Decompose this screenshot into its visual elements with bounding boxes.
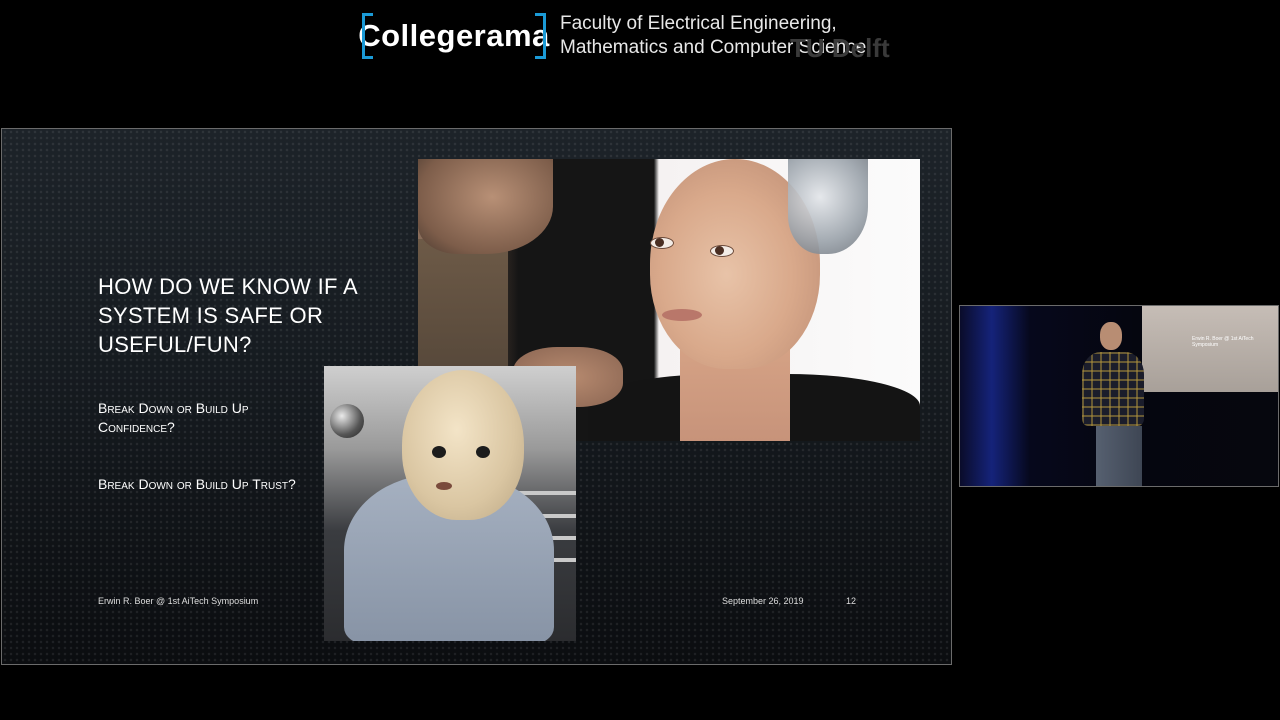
slide-page-number: 12 <box>846 596 857 606</box>
slide-bullet-trust: Break Down or Build Up Trust? <box>98 476 296 492</box>
logo-bracket-left-icon <box>362 13 373 59</box>
baby-right-eye-shape <box>476 446 490 458</box>
logo-text: Collegerama <box>358 18 550 53</box>
baby-mouth-shape <box>436 482 452 490</box>
projection-screen-text: Erwin R. Boer @ 1st AiTech Symposium <box>1192 336 1254 348</box>
slide-bullet-confidence: Break Down or Build Up Confidence? <box>98 400 249 435</box>
projection-screen-shape <box>1142 306 1278 392</box>
tu-delft-watermark: TU Delft <box>790 33 890 63</box>
robot-lips-shape <box>662 309 702 321</box>
collegerama-logo: Collegerama <box>358 11 550 61</box>
robot-left-eye-shape <box>650 237 674 249</box>
speaker-legs-shape <box>1096 426 1142 486</box>
logo-bracket-right-icon <box>535 13 546 59</box>
speaker-video-feed[interactable]: Erwin R. Boer @ 1st AiTech Symposium <box>959 305 1279 487</box>
speaker-body-shape <box>1082 352 1144 426</box>
video-player-page: Collegerama Faculty of Electrical Engine… <box>0 0 1280 720</box>
slide-title: HOW DO WE KNOW IF A SYSTEM IS SAFE OR US… <box>98 274 357 357</box>
robot-right-eye-shape <box>710 245 734 257</box>
baby-left-eye-shape <box>432 446 446 458</box>
speaker-head-shape <box>1100 322 1122 350</box>
sphere-object-shape <box>330 404 364 438</box>
robot-transparent-skull-shape <box>788 159 868 254</box>
presentation-slide: HOW DO WE KNOW IF A SYSTEM IS SAFE OR US… <box>1 128 952 665</box>
baby-head-shape <box>402 370 524 520</box>
slide-footer-author: Erwin R. Boer @ 1st AiTech Symposium <box>98 596 259 606</box>
man-face-shape <box>418 159 553 254</box>
slide-footer-date: September 26, 2019 <box>722 596 804 606</box>
robot-baby-photo <box>324 366 576 641</box>
